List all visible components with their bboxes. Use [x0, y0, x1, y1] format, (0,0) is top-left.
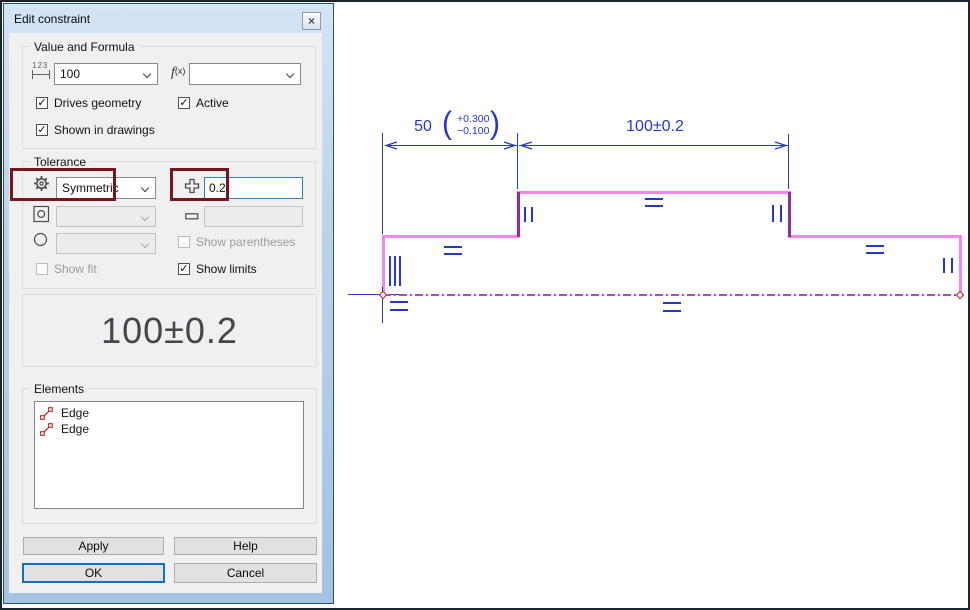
- elements-legend: Elements: [30, 382, 88, 396]
- tolerance-value-highlight-box: [170, 168, 229, 201]
- ok-button[interactable]: OK: [22, 563, 165, 583]
- parallel-constraint-stack-icon[interactable]: [389, 256, 401, 286]
- selected-edge-left[interactable]: [517, 192, 520, 237]
- list-item-label: Edge: [61, 422, 89, 436]
- tolerance-legend: Tolerance: [30, 155, 90, 169]
- show-fit-label: Show fit: [54, 262, 97, 276]
- dimension-50-text[interactable]: 50: [408, 118, 438, 136]
- sketch-line-top[interactable]: [517, 191, 791, 194]
- check-icon: ✓: [37, 124, 46, 136]
- active-label: Active: [196, 96, 229, 110]
- sketch-line-lower-left[interactable]: [382, 235, 519, 238]
- dimension-preview-box: 100±0.2: [22, 294, 317, 367]
- show-parentheses-checkbox: [178, 236, 190, 248]
- dim-arrow-right-icon: [503, 141, 517, 150]
- apply-button[interactable]: Apply: [23, 537, 164, 555]
- show-limits-checkbox[interactable]: ✓: [178, 263, 190, 275]
- edge-icon: [40, 423, 53, 436]
- tolerance-paren-close: ): [490, 107, 500, 141]
- check-icon: ✓: [37, 97, 46, 109]
- active-checkbox[interactable]: ✓: [178, 97, 190, 109]
- dim-arrow-left-icon: [519, 141, 533, 150]
- show-parentheses-label: Show parentheses: [196, 235, 295, 249]
- dimension-value-icon: 123: [32, 61, 50, 79]
- shown-in-drawings-checkbox[interactable]: ✓: [36, 124, 48, 136]
- list-item[interactable]: Edge: [35, 405, 303, 421]
- value-combobox[interactable]: 100: [54, 63, 158, 85]
- drives-geometry-checkbox[interactable]: ✓: [36, 97, 48, 109]
- shown-in-drawings-label: Shown in drawings: [54, 123, 155, 137]
- dimension-line-100[interactable]: [519, 145, 788, 146]
- chevron-down-icon: [286, 70, 294, 78]
- dialog-titlebar[interactable]: Edit constraint ×: [4, 4, 333, 33]
- extension-line: [517, 133, 518, 189]
- dimension-preview-text: 100±0.2: [101, 310, 238, 352]
- check-icon: ✓: [179, 263, 188, 275]
- value-combobox-value: 100: [60, 67, 80, 81]
- show-limits-label: Show limits: [196, 262, 257, 276]
- parallel-constraint-icon[interactable]: [524, 207, 533, 222]
- extension-line: [788, 134, 789, 189]
- dim-arrow-left-icon: [384, 141, 398, 150]
- chevron-down-icon: [141, 213, 149, 221]
- close-icon: ×: [308, 14, 315, 28]
- centerline[interactable]: [383, 294, 961, 296]
- tolerance-type-highlight-box: [10, 168, 116, 201]
- screenshot-frame: Edit constraint × Value and Formula 123 …: [0, 0, 970, 610]
- check-icon: ✓: [179, 97, 188, 109]
- chevron-down-icon: [143, 70, 151, 78]
- equal-constraint-icon[interactable]: [663, 302, 681, 312]
- list-item-label: Edge: [61, 406, 89, 420]
- dimension-line-50[interactable]: [385, 145, 517, 146]
- dimension-100-text[interactable]: 100±0.2: [615, 118, 695, 136]
- chevron-down-icon: [141, 240, 149, 248]
- tolerance-paren-open: (: [442, 107, 452, 141]
- selected-edge-right[interactable]: [788, 192, 791, 237]
- circle-icon: [33, 232, 48, 247]
- equal-constraint-icon[interactable]: [866, 245, 884, 254]
- parallel-constraint-icon[interactable]: [943, 258, 953, 273]
- parallel-constraint-icon[interactable]: [772, 205, 782, 222]
- list-item[interactable]: Edge: [35, 421, 303, 437]
- sketch-canvas[interactable]: [335, 2, 968, 608]
- edit-constraint-dialog: Edit constraint × Value and Formula 123 …: [3, 3, 334, 604]
- circle-in-square-icon: [33, 205, 50, 223]
- close-button[interactable]: ×: [302, 12, 321, 30]
- formula-combobox[interactable]: [189, 63, 301, 85]
- chevron-down-icon: [141, 184, 149, 192]
- dimension-50-upper-tolerance[interactable]: +0.300: [457, 113, 489, 125]
- equal-constraint-icon[interactable]: [390, 301, 408, 311]
- dim-arrow-right-icon: [774, 141, 788, 150]
- dialog-title: Edit constraint: [14, 12, 90, 26]
- fit-tolerance-combobox: [56, 233, 156, 254]
- cancel-button[interactable]: Cancel: [174, 563, 317, 583]
- extension-line: [382, 133, 383, 234]
- minus-icon: [185, 213, 199, 220]
- equal-constraint-icon[interactable]: [645, 198, 663, 207]
- secondary-tolerance-combobox: [56, 206, 156, 227]
- lower-tolerance-input: [204, 206, 303, 227]
- equal-constraint-icon[interactable]: [444, 246, 462, 255]
- sketch-line-lower-right[interactable]: [788, 235, 962, 238]
- dimension-50-lower-tolerance[interactable]: −0.100: [457, 125, 489, 137]
- show-fit-checkbox: [36, 263, 48, 275]
- value-formula-legend: Value and Formula: [30, 40, 139, 54]
- sketch-line-right-vertical[interactable]: [959, 235, 962, 295]
- edge-icon: [40, 407, 53, 420]
- function-icon: f(x): [171, 64, 185, 81]
- dialog-client-area: Value and Formula 123 100 f(x) ✓ Drives …: [9, 33, 322, 593]
- elements-listbox[interactable]: Edge Edge: [34, 401, 304, 509]
- help-button[interactable]: Help: [174, 537, 317, 555]
- drives-geometry-label: Drives geometry: [54, 96, 141, 110]
